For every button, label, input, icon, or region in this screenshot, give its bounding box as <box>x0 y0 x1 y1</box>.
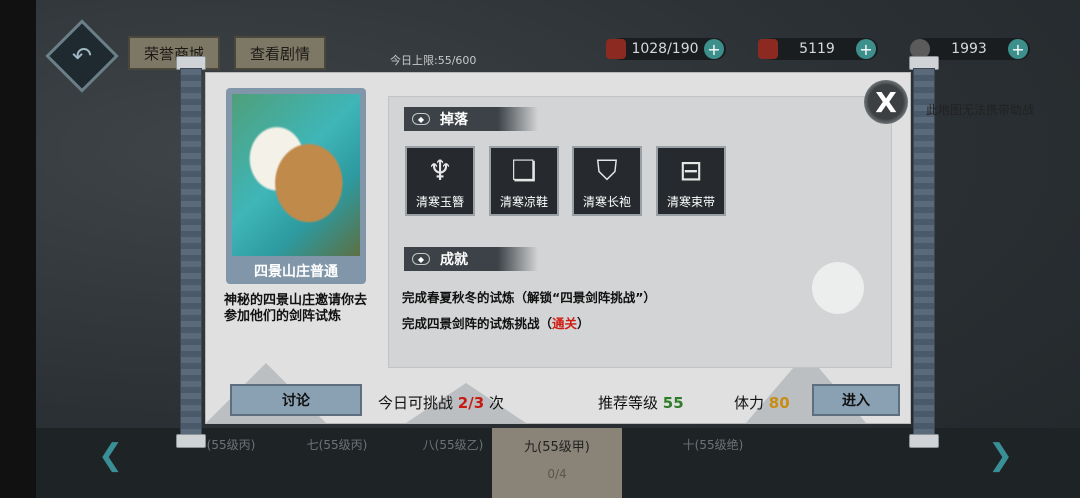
challenge-count: 今日可挑战 2/3 次 <box>378 394 504 412</box>
close-button[interactable]: X <box>864 80 908 124</box>
daily-limit: 今日上限:55/600 <box>390 54 477 67</box>
drop-item[interactable]: ⊟ 清寒束带 <box>656 146 726 216</box>
robe-icon: ⛉ <box>596 154 618 187</box>
honor-shop-button[interactable]: 荣誉商城 <box>128 36 221 70</box>
drop-item[interactable]: ❏ 清寒凉鞋 <box>489 146 559 216</box>
drops-section-label: ◆ 掉落 <box>404 107 538 131</box>
add-ingot-button[interactable]: + <box>1008 39 1028 59</box>
back-arrow-icon: ↶ <box>71 42 93 70</box>
stage-tab[interactable]: 七(55级丙) <box>272 428 402 498</box>
recommended-level: 推荐等级 55 <box>598 394 684 412</box>
stamina-icon <box>606 39 626 59</box>
ornament-icon: ◆ <box>412 253 430 265</box>
ornament-icon: ◆ <box>412 113 430 125</box>
enter-button[interactable]: 进入 <box>812 384 900 416</box>
close-icon: X <box>875 85 897 119</box>
achievement-item: 完成四景剑阵的试炼挑战（通关） <box>402 316 590 331</box>
discuss-button[interactable]: 讨论 <box>230 384 362 416</box>
prev-arrow-icon[interactable]: ❮ <box>98 438 123 473</box>
drop-item[interactable]: ♆ 清寒玉簪 <box>405 146 475 216</box>
boots-icon: ❏ <box>511 154 537 187</box>
add-currency-button[interactable]: + <box>856 39 876 59</box>
map-preview: 四景山庄普通 <box>226 88 366 284</box>
scroll-rod-left <box>176 56 206 448</box>
drop-item[interactable]: ⛉ 清寒长袍 <box>572 146 642 216</box>
achievements-section-label: ◆ 成就 <box>404 247 538 271</box>
map-name: 四景山庄普通 <box>254 264 338 280</box>
currency-icon <box>758 39 778 59</box>
stamina-cost: 体力 80 <box>734 394 790 412</box>
no-assist-note: 此地图无法携带助战 <box>925 103 1034 117</box>
add-stamina-button[interactable]: + <box>704 39 724 59</box>
belt-icon: ⊟ <box>679 154 703 187</box>
map-image <box>232 94 360 256</box>
hairpin-icon: ♆ <box>427 154 453 187</box>
achievement-item: 完成春夏秋冬的试炼（解锁“四景剑阵挑战”） <box>402 290 656 305</box>
cleared-status: 通关 <box>552 316 578 331</box>
view-story-button[interactable]: 查看剧情 <box>234 36 327 70</box>
resource-stamina: 1028/190 + <box>606 38 726 60</box>
left-edge <box>0 0 36 498</box>
moon-decoration <box>812 262 864 314</box>
stage-tab[interactable]: 十(55级绝) <box>648 428 778 498</box>
resource-currency: 5119 + <box>758 38 878 60</box>
next-arrow-icon[interactable]: ❯ <box>988 438 1013 473</box>
map-description: 神秘的四景山庄邀请你去参加他们的剑阵试炼 <box>224 293 368 324</box>
stage-tab-active[interactable]: 九(55级甲) 0/4 <box>492 428 622 498</box>
